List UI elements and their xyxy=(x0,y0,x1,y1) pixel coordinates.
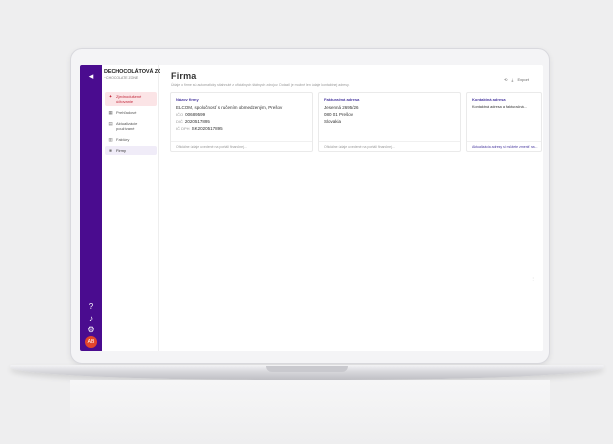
gear-icon[interactable]: ⚙ xyxy=(85,324,97,336)
sidebar-item-label: Faktúry xyxy=(116,137,130,142)
brand-logo[interactable]: DECHOCOLÁTOVÁ ZÓNA ~CHOCOLATE ZONE xyxy=(104,69,170,80)
card-heading: Fakturačná adresa xyxy=(324,97,360,102)
refresh-button[interactable]: ⟲ xyxy=(504,77,507,82)
card-billing-address: Fakturačná adresa Jesenná 2695/26 080 01… xyxy=(318,92,461,152)
main-content: Firma Údaje o firme sú automaticky stiah… xyxy=(160,65,543,351)
sidebar-item-label: Zjednodušené účtovanie xyxy=(116,94,142,104)
icdph-line: IČ DPH SK2020517895 xyxy=(176,126,223,131)
address-line-country: Slovakia xyxy=(324,119,342,124)
scroll-handle[interactable]: ⋮ xyxy=(531,276,535,281)
card-contact-address: Kontaktná adresa Kontaktná adresa a fakt… xyxy=(466,92,542,152)
sidebar-item-firmy[interactable]: ■ Firmy xyxy=(105,146,157,155)
page-subtitle: Údaje o firme sú automaticky stiahnuté z… xyxy=(171,83,350,87)
sidebar: DECHOCOLÁTOVÁ ZÓNA ~CHOCOLATE ZONE ✦ Zje… xyxy=(102,65,170,351)
page-title: Firma xyxy=(171,71,197,81)
sidebar-item-faktury[interactable]: ▥ Faktúry xyxy=(105,135,157,144)
card-footer: Oficiálne údaje uvedené na portáli finan… xyxy=(171,141,312,151)
company-name-line: ELCOM, spoločnosť s ručením obmedzeným, … xyxy=(176,105,283,110)
card-heading: Názov firmy xyxy=(176,97,199,102)
card-footer: Oficiálne údaje uvedené na portáli finan… xyxy=(319,141,460,151)
sidebar-item-label: Firmy xyxy=(116,148,126,153)
grid-icon: ▦ xyxy=(108,110,113,115)
laptop-reflection xyxy=(70,380,550,444)
sidebar-item-label: Prehľadové xyxy=(116,110,137,115)
sidebar-nav: ✦ Zjednodušené účtovanie ▦ Prehľadové ▤ … xyxy=(105,92,157,157)
edit-contact-address-link[interactable]: Aktualizácia adresy si môžete zmeniť na.… xyxy=(467,141,541,151)
sparkle-icon: ✦ xyxy=(108,94,113,99)
app-logo-icon[interactable]: ◂ xyxy=(84,71,98,81)
app-screen: ◂ ? ♪ ⚙ AB DECHOCOLÁTOVÁ ZÓNA ~CHOCOLATE… xyxy=(80,65,543,351)
document-icon: ▤ xyxy=(108,121,113,126)
company-cards: Názov firmy ELCOM, spoločnosť s ručením … xyxy=(170,92,542,152)
briefcase-icon: ■ xyxy=(109,148,112,153)
page-actions: ⟲ ⤓ Export xyxy=(501,77,529,82)
ico-line: IČO 00689599 xyxy=(176,112,206,117)
dic-line: DIČ 2020517895 xyxy=(176,119,210,124)
icon-rail: ◂ ? ♪ ⚙ AB xyxy=(80,65,102,351)
contact-address-text: Kontaktná adresa a fakturačná... xyxy=(472,105,527,109)
laptop-notch xyxy=(266,366,348,372)
brand-tagline: ~CHOCOLATE ZONE xyxy=(104,76,139,80)
download-icon[interactable]: ⤓ xyxy=(512,77,514,82)
sidebar-item-aktualizacie[interactable]: ▤ Aktualizácie používané xyxy=(105,119,157,133)
address-line-city: 080 01 Prešov xyxy=(324,112,354,117)
sidebar-item-label: Aktualizácie používané xyxy=(116,121,138,131)
address-line-street: Jesenná 2695/26 xyxy=(324,105,359,110)
brand-name: DECHOCOLÁTOVÁ ZÓNA xyxy=(104,69,170,75)
sidebar-item-prehladove[interactable]: ▦ Prehľadové xyxy=(105,108,157,117)
card-heading: Kontaktná adresa xyxy=(472,97,506,102)
help-icon[interactable]: ? xyxy=(85,301,97,313)
export-button[interactable]: Export xyxy=(517,77,529,82)
card-company-name: Názov firmy ELCOM, spoločnosť s ručením … xyxy=(170,92,313,152)
invoice-icon: ▥ xyxy=(108,137,113,142)
avatar[interactable]: AB xyxy=(85,336,97,348)
sidebar-item-zjednodusene[interactable]: ✦ Zjednodušené účtovanie xyxy=(105,92,157,106)
